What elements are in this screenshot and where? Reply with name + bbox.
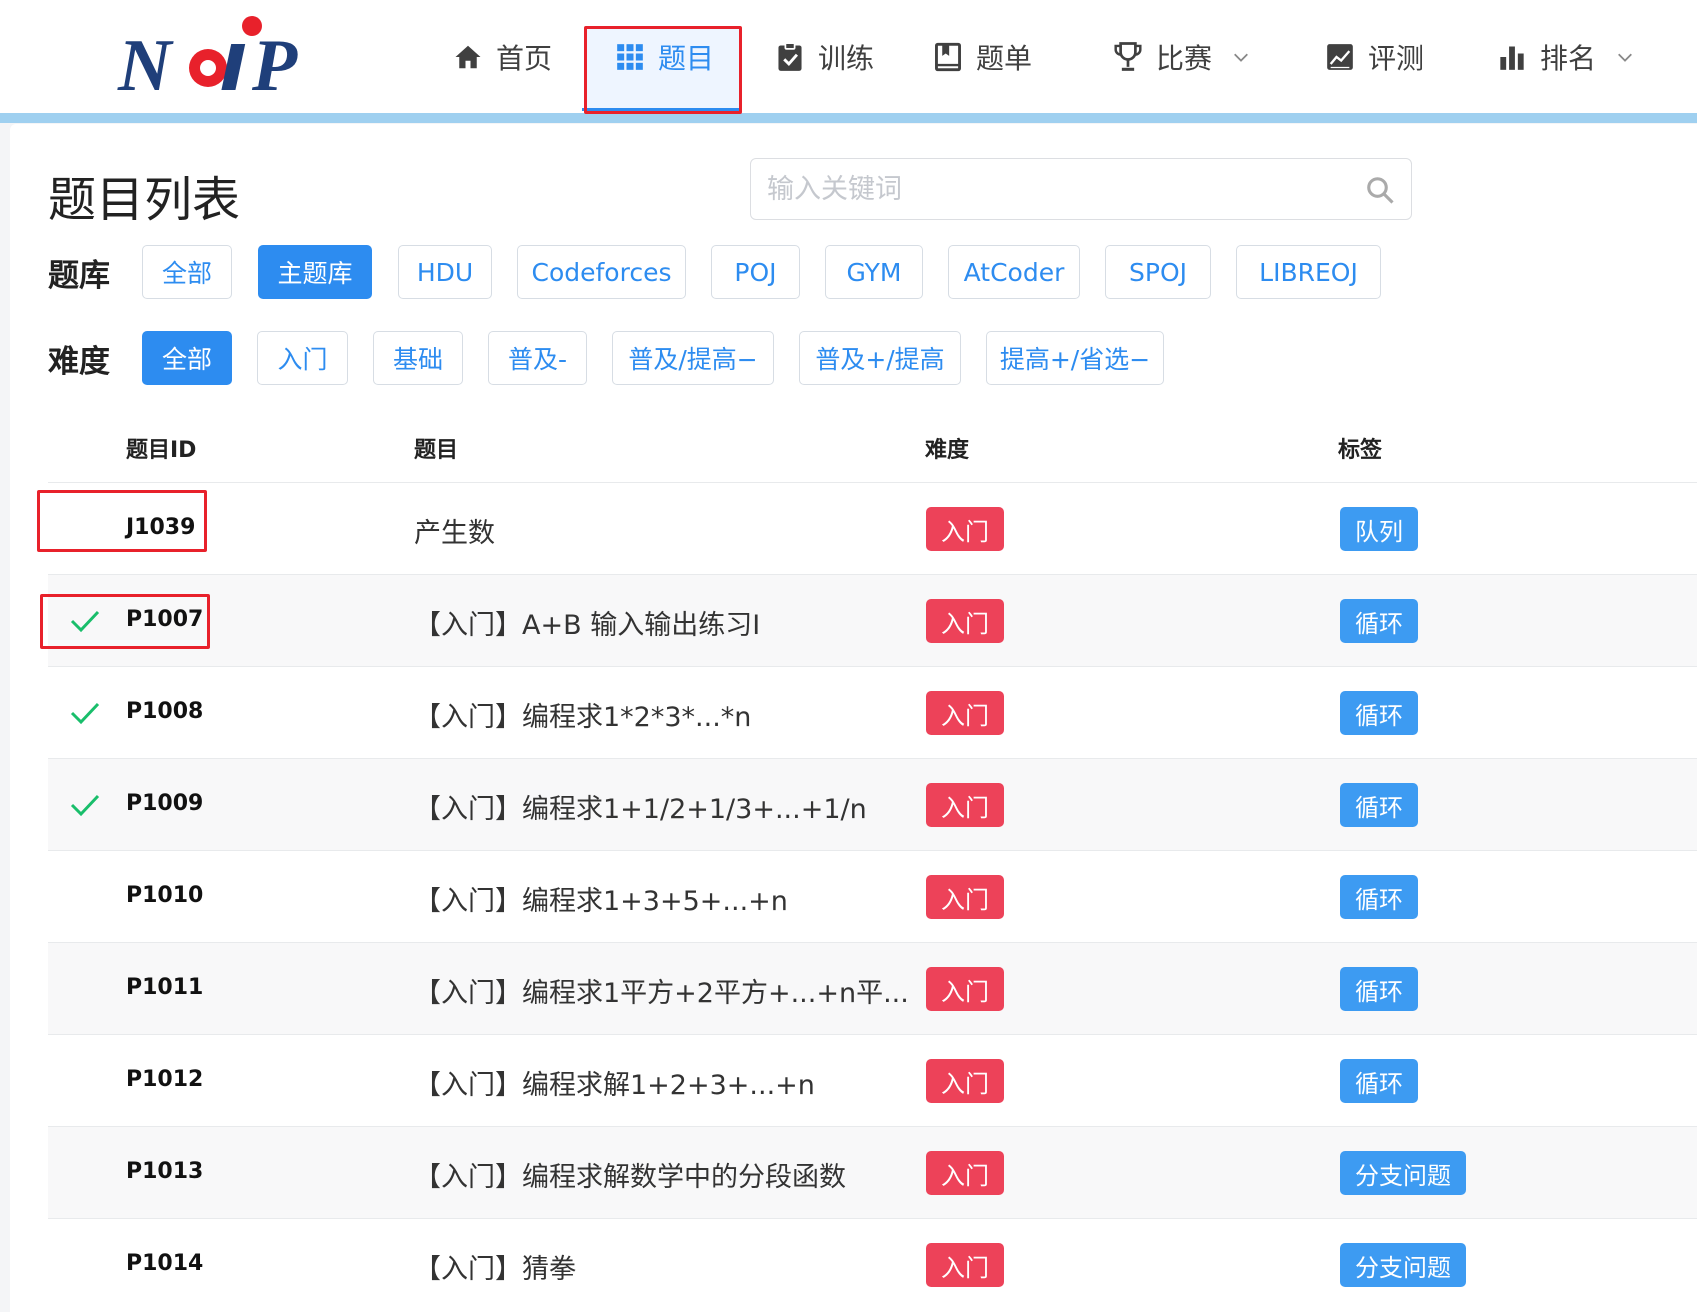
problem-id: P1009 [126,791,204,816]
tag-badge[interactable]: 分支问题 [1340,1151,1466,1195]
search-input[interactable] [751,173,1331,205]
problem-title-link[interactable]: 产生数 [414,511,495,550]
column-header-title[interactable]: 题目 [414,432,458,464]
problem-id: P1008 [126,699,204,724]
book-list-icon [932,41,964,73]
bank-option-codeforces[interactable]: Codeforces [517,245,686,299]
problem-title-link[interactable]: 【入门】编程求解1+2+3+...+n [414,1063,815,1102]
nav-problem-lists-label: 题单 [976,41,1033,75]
table-row[interactable]: P1009 【入门】编程求1+1/2+1/3+...+1/n 入门 循环 [48,758,1697,850]
search-box[interactable] [750,158,1412,220]
clipboard-check-icon [774,41,806,73]
tag-badge[interactable]: 循环 [1340,967,1418,1011]
tag-badge[interactable]: 循环 [1340,1059,1418,1103]
table-row[interactable]: P1011 【入门】编程求1平方+2平方+...+n平... 入门 循环 [48,942,1697,1034]
bar-chart-icon [1496,41,1528,73]
difficulty-badge: 入门 [926,875,1004,919]
nav-ranking-label: 排名 [1540,41,1597,75]
problem-id: P1011 [126,975,204,1000]
difficulty-badge: 入门 [926,783,1004,827]
home-icon [452,41,484,73]
nav-contests[interactable]: 比赛 [1112,0,1250,113]
bank-option-hdu[interactable]: HDU [398,245,492,299]
column-header-id[interactable]: 题目ID [126,432,196,464]
difficulty-badge: 入门 [926,1243,1004,1287]
problem-title-link[interactable]: 【入门】猜拳 [414,1247,576,1286]
noip-logo[interactable]: N P [116,12,306,96]
difficulty-option-all[interactable]: 全部 [142,331,232,385]
chevron-down-icon [1618,53,1632,62]
difficulty-option-entry[interactable]: 入门 [257,331,348,385]
nav-home-label: 首页 [496,41,553,75]
bank-option-main[interactable]: 主题库 [258,245,372,299]
bank-option-atcoder[interactable]: AtCoder [948,245,1080,299]
nav-training-label: 训练 [818,41,875,75]
highlight-box-j1039 [37,490,207,552]
highlight-box-nav-problems [584,26,742,114]
problem-title-link[interactable]: 【入门】编程求1+3+5+...+n [414,879,788,918]
nav-judge-status-label: 评测 [1368,41,1425,75]
difficulty-badge: 入门 [926,1151,1004,1195]
nav-home[interactable]: 首页 [452,0,552,113]
bank-option-all[interactable]: 全部 [142,245,232,299]
trophy-icon [1112,41,1144,73]
column-header-difficulty[interactable]: 难度 [925,432,969,464]
svg-text:N: N [117,25,174,96]
tag-badge[interactable]: 循环 [1340,599,1418,643]
bank-option-spoj[interactable]: SPOJ [1105,245,1211,299]
difficulty-badge: 入门 [926,967,1004,1011]
problem-id: P1013 [126,1159,204,1184]
top-navbar: N P 首页 题目 训练 题单 比赛 评测 排名 [0,0,1697,113]
solved-check-icon [70,794,100,817]
nav-training[interactable]: 训练 [774,0,874,113]
solved-check-icon [70,702,100,725]
table-row[interactable]: P1012 【入门】编程求解1+2+3+...+n 入门 循环 [48,1034,1697,1126]
difficulty-badge: 入门 [926,599,1004,643]
tag-badge[interactable]: 队列 [1340,507,1418,551]
problem-title-link[interactable]: 【入门】编程求解数学中的分段函数 [414,1155,846,1194]
tag-badge[interactable]: 循环 [1340,783,1418,827]
table-row[interactable]: P1008 【入门】编程求1*2*3*...*n 入门 循环 [48,666,1697,758]
difficulty-badge: 入门 [926,507,1004,551]
bank-option-gym[interactable]: GYM [825,245,923,299]
problem-title-link[interactable]: 【入门】编程求1+1/2+1/3+...+1/n [414,787,867,826]
table-row[interactable]: J1039 产生数 入门 队列 [48,482,1697,574]
nav-problem-lists[interactable]: 题单 [932,0,1032,113]
nav-judge-status[interactable]: 评测 [1324,0,1424,113]
column-header-tags[interactable]: 标签 [1338,432,1382,464]
nav-contests-label: 比赛 [1156,41,1213,75]
chevron-down-icon [1234,53,1248,62]
table-row[interactable]: P1014 【入门】猜拳 入门 分支问题 [48,1218,1697,1310]
header-accent-strip [0,113,1697,123]
problem-title-link[interactable]: 【入门】编程求1*2*3*...*n [414,695,751,734]
difficulty-option-advanced-plus-provincial[interactable]: 提高+/省选− [986,331,1164,385]
table-row[interactable]: P1007 【入门】A+B 输入输出练习I 入门 循环 [48,574,1697,666]
problem-id: P1014 [126,1251,204,1276]
search-icon[interactable] [1365,175,1395,205]
tag-badge[interactable]: 循环 [1340,875,1418,919]
svg-text:P: P [251,25,298,96]
table-row[interactable]: P1013 【入门】编程求解数学中的分段函数 入门 分支问题 [48,1126,1697,1218]
page-title: 题目列表 [48,172,241,228]
nav-ranking[interactable]: 排名 [1496,0,1634,113]
bank-filter-label: 题库 [48,258,110,294]
difficulty-badge: 入门 [926,1059,1004,1103]
bank-option-libreoj[interactable]: LIBREOJ [1236,245,1381,299]
problem-title-link[interactable]: 【入门】A+B 输入输出练习I [414,603,760,642]
tag-badge[interactable]: 分支问题 [1340,1243,1466,1287]
bank-option-poj[interactable]: POJ [711,245,800,299]
highlight-box-p1007 [40,594,210,649]
difficulty-option-popular-plus-advanced[interactable]: 普及+/提高 [799,331,961,385]
difficulty-filter-label: 难度 [48,344,110,380]
table-row[interactable]: P1010 【入门】编程求1+3+5+...+n 入门 循环 [48,850,1697,942]
difficulty-option-popular-advanced-minus[interactable]: 普及/提高− [612,331,774,385]
difficulty-option-popular-minus[interactable]: 普及- [488,331,587,385]
problem-id: P1010 [126,883,204,908]
problem-id: P1012 [126,1067,204,1092]
difficulty-option-basic[interactable]: 基础 [373,331,463,385]
tag-badge[interactable]: 循环 [1340,691,1418,735]
difficulty-badge: 入门 [926,691,1004,735]
chart-line-icon [1324,41,1356,73]
problem-title-link[interactable]: 【入门】编程求1平方+2平方+...+n平... [414,971,909,1010]
